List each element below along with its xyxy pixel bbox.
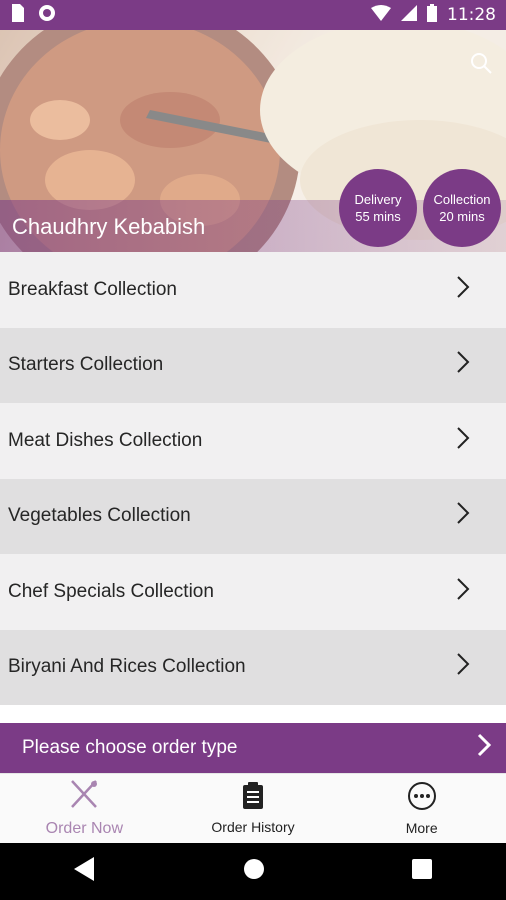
menu-item-label: Chef Specials Collection (8, 580, 214, 602)
chevron-right-icon (456, 426, 470, 456)
collection-badge[interactable]: Collection 20 mins (423, 169, 501, 247)
order-type-bar[interactable]: Please choose order type (0, 723, 506, 773)
delivery-badge[interactable]: Delivery 55 mins (339, 169, 417, 247)
status-time: 11:28 (447, 5, 496, 25)
nav-order-now[interactable]: Order Now (0, 774, 169, 843)
search-icon[interactable] (470, 52, 492, 79)
menu-category-list: Breakfast Collection Starters Collection… (0, 252, 506, 705)
chevron-right-icon (456, 652, 470, 682)
sd-card-icon (10, 3, 24, 27)
fork-knife-icon (68, 779, 100, 814)
android-navigation-bar (0, 843, 506, 900)
more-dots-icon (407, 781, 437, 814)
chevron-right-icon (456, 501, 470, 531)
chevron-right-icon (476, 733, 492, 763)
menu-item-label: Starters Collection (8, 354, 164, 376)
nav-order-history[interactable]: Order History (169, 774, 338, 843)
menu-item-starters[interactable]: Starters Collection (0, 327, 506, 403)
recents-icon[interactable] (412, 859, 433, 884)
clipboard-icon (242, 782, 264, 813)
menu-item-label: Vegetables Collection (8, 505, 191, 527)
delivery-label: Delivery (354, 192, 402, 207)
nav-label: Order Now (45, 820, 124, 837)
menu-item-label: Breakfast Collection (8, 278, 177, 300)
nav-label: More (405, 820, 438, 836)
menu-item-label: Biryani And Rices Collection (8, 656, 246, 678)
menu-item-vegetables[interactable]: Vegetables Collection (0, 478, 506, 554)
collection-time: 20 mins (439, 209, 485, 224)
wifi-icon (371, 4, 391, 26)
order-type-label: Please choose order type (22, 737, 238, 758)
delivery-time: 55 mins (355, 209, 401, 224)
chevron-right-icon (456, 350, 470, 380)
signal-icon (401, 4, 417, 26)
menu-item-meat-dishes[interactable]: Meat Dishes Collection (0, 403, 506, 479)
circle-record-icon (38, 4, 56, 27)
chevron-right-icon (456, 577, 470, 607)
home-icon[interactable] (243, 858, 265, 885)
nav-more[interactable]: More (337, 774, 506, 843)
menu-item-biryani[interactable]: Biryani And Rices Collection (0, 629, 506, 705)
collection-label: Collection (433, 192, 491, 207)
battery-icon (427, 3, 437, 27)
status-bar: 11:28 (0, 0, 506, 30)
chevron-right-icon (456, 275, 470, 305)
nav-label: Order History (211, 819, 295, 835)
restaurant-hero: Chaudhry Kebabish Delivery 55 mins Colle… (0, 30, 506, 252)
menu-item-chef-specials[interactable]: Chef Specials Collection (0, 554, 506, 630)
back-icon[interactable] (73, 857, 96, 886)
menu-item-breakfast[interactable]: Breakfast Collection (0, 252, 506, 328)
bottom-navigation: Order Now Order History More (0, 773, 506, 843)
menu-item-label: Meat Dishes Collection (8, 429, 203, 451)
